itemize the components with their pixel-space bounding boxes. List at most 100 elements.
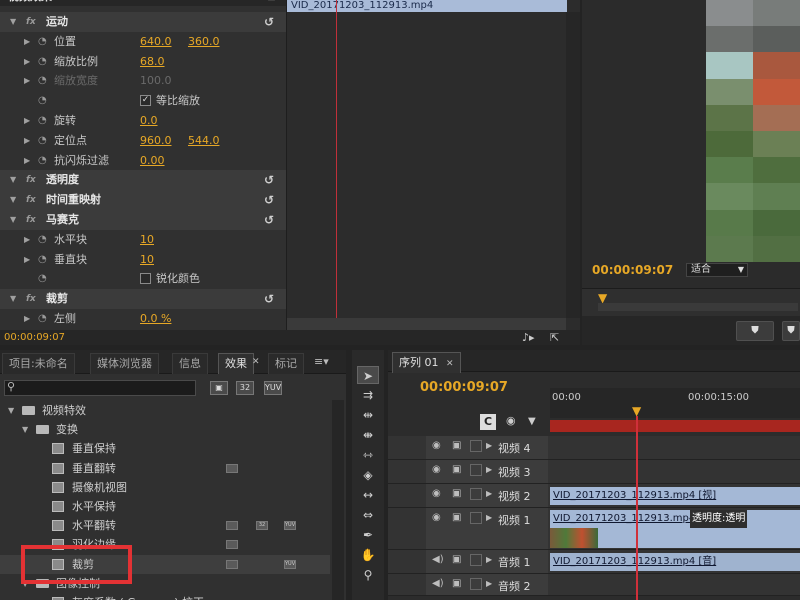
mark-in-button[interactable]: ⛊: [736, 321, 774, 341]
zoom-fit-dropdown[interactable]: 适合 ▼: [686, 263, 748, 277]
effect-property-row[interactable]: ▼ fx 马赛克 ↺: [0, 210, 286, 230]
property-value[interactable]: 100.0: [140, 71, 172, 91]
ripple-edit-tool-icon[interactable]: ⇹: [357, 406, 379, 424]
rate-stretch-tool-icon[interactable]: ⇿: [357, 446, 379, 464]
expand-icon[interactable]: ▶: [24, 230, 30, 250]
reset-icon[interactable]: ↺: [264, 12, 274, 32]
tab-sequence-01[interactable]: 序列 01 ✕: [392, 352, 461, 373]
program-timecode[interactable]: 00:00:09:07: [592, 262, 673, 278]
expand-icon[interactable]: ▼: [10, 12, 16, 32]
close-icon[interactable]: ✕: [252, 357, 260, 367]
speaker-icon[interactable]: ◀): [432, 554, 444, 565]
export-frame-icon[interactable]: ⇱: [550, 330, 559, 345]
expand-icon[interactable]: ▼: [10, 170, 16, 190]
expand-icon[interactable]: ▶: [486, 489, 492, 498]
pen-tool-icon[interactable]: ✒: [357, 526, 379, 544]
eye-icon[interactable]: ◉: [432, 440, 441, 451]
tab-effects[interactable]: 效果: [218, 353, 254, 374]
32bit-effects-filter-button[interactable]: 32: [236, 381, 254, 395]
sync-lock-icon[interactable]: [470, 554, 482, 566]
stopwatch-icon[interactable]: ◔: [38, 111, 47, 131]
sequence-time-ruler[interactable]: 00:00 00:00:15:00 ▼: [550, 388, 800, 418]
tree-effect-item[interactable]: 摄像机视图: [0, 478, 330, 497]
expand-icon[interactable]: ▼: [8, 401, 14, 420]
fx-icon[interactable]: fx: [26, 190, 36, 210]
expand-icon[interactable]: ▶: [486, 579, 492, 588]
effects-search-input[interactable]: ⚲: [4, 380, 196, 396]
hand-tool-icon[interactable]: ✋: [357, 546, 379, 564]
property-checkbox[interactable]: [140, 273, 151, 285]
tree-effect-item[interactable]: 垂直保持: [0, 439, 330, 458]
stopwatch-icon[interactable]: ◔: [38, 71, 47, 91]
stopwatch-icon[interactable]: ◔: [38, 151, 47, 171]
expand-icon[interactable]: ▶: [24, 111, 30, 131]
selection-tool-icon[interactable]: ➤: [357, 366, 379, 384]
yuv-effects-filter-button[interactable]: YUV: [264, 381, 282, 395]
timeline-clip[interactable]: VID_20171203_112913.mp4 [音]: [550, 553, 800, 571]
slip-tool-icon[interactable]: ↔: [357, 486, 379, 504]
lock-icon[interactable]: ▣: [452, 464, 461, 475]
sync-lock-icon[interactable]: [470, 440, 482, 452]
expand-icon[interactable]: ▶: [24, 151, 30, 171]
reset-icon[interactable]: ↺: [264, 210, 274, 230]
expand-icon[interactable]: ▶: [24, 250, 30, 270]
expand-icon[interactable]: ▶: [486, 513, 492, 522]
expand-icon[interactable]: ▶: [24, 32, 30, 52]
fx-icon[interactable]: fx: [26, 12, 36, 32]
eye-icon[interactable]: ◉: [432, 512, 441, 523]
property-checkbox[interactable]: ✓: [140, 95, 151, 107]
razor-tool-icon[interactable]: ◈: [357, 466, 379, 484]
sync-lock-icon[interactable]: [470, 578, 482, 590]
expand-icon[interactable]: ▼: [10, 210, 16, 230]
effect-vertical-scrollbar[interactable]: [566, 12, 580, 318]
loop-audio-icon[interactable]: ♪▸: [522, 330, 535, 345]
lock-icon[interactable]: ▣: [452, 512, 461, 523]
expand-icon[interactable]: ▶: [24, 52, 30, 72]
lock-icon[interactable]: ▣: [452, 440, 461, 451]
reset-icon[interactable]: ↺: [264, 289, 274, 309]
effect-property-row[interactable]: ▼ fx 裁剪 ↺: [0, 289, 286, 310]
effect-controls-timecode[interactable]: 00:00:09:07: [4, 330, 65, 345]
lock-icon[interactable]: ▣: [452, 554, 461, 565]
effects-vertical-scrollbar[interactable]: [332, 400, 344, 600]
sequence-timecode[interactable]: 00:00:09:07: [420, 380, 508, 395]
effect-playhead[interactable]: [336, 0, 337, 318]
stopwatch-icon[interactable]: ◔: [38, 230, 47, 250]
stopwatch-icon[interactable]: ◔: [38, 32, 47, 52]
add-marker-icon[interactable]: ▼: [528, 416, 536, 427]
program-time-ruler[interactable]: ▼: [582, 288, 800, 316]
mark-out-button[interactable]: ⛊: [782, 321, 800, 341]
tree-effect-item[interactable]: 水平翻转 32 YUV: [0, 516, 330, 535]
close-icon[interactable]: ✕: [446, 359, 454, 369]
reset-icon[interactable]: ↺: [264, 170, 274, 190]
eye-icon[interactable]: ◉: [432, 464, 441, 475]
sync-lock-icon[interactable]: [470, 488, 482, 500]
property-value[interactable]: 360.0: [188, 32, 220, 52]
expand-icon[interactable]: ▼: [22, 420, 28, 439]
effect-property-row[interactable]: ▼ fx 透明度 ↺: [0, 170, 286, 191]
lock-icon[interactable]: ▣: [452, 488, 461, 499]
tree-folder[interactable]: ▼ 视频特效: [0, 401, 330, 420]
tab-markers[interactable]: 标记: [268, 353, 304, 374]
eye-icon[interactable]: ◉: [432, 488, 441, 499]
snap-icon[interactable]: C: [480, 414, 496, 430]
expand-icon[interactable]: ▶: [24, 131, 30, 151]
zoom-tool-icon[interactable]: ⚲: [357, 566, 379, 584]
effect-horizontal-scrollbar[interactable]: [287, 318, 566, 330]
marker-icon[interactable]: ◉: [506, 414, 516, 427]
tree-effect-item[interactable]: 垂直翻转: [0, 459, 330, 478]
program-zoom-bar[interactable]: [598, 303, 798, 311]
slide-tool-icon[interactable]: ⇔: [357, 506, 379, 524]
expand-icon[interactable]: ▶: [486, 441, 492, 450]
fx-icon[interactable]: fx: [26, 170, 36, 190]
stopwatch-icon[interactable]: ◔: [38, 52, 47, 72]
property-value[interactable]: 68.0: [140, 52, 165, 72]
stopwatch-icon[interactable]: ◔: [38, 250, 47, 270]
property-value[interactable]: 960.0: [140, 131, 172, 151]
effect-property-row[interactable]: ▼ fx 运动 ↺: [0, 12, 286, 32]
tab-info[interactable]: 信息: [172, 353, 208, 374]
property-value[interactable]: 0.0: [140, 111, 158, 131]
tree-folder[interactable]: ▼ 变换: [0, 420, 330, 439]
sync-lock-icon[interactable]: [470, 464, 482, 476]
sequence-playhead[interactable]: [636, 416, 638, 600]
